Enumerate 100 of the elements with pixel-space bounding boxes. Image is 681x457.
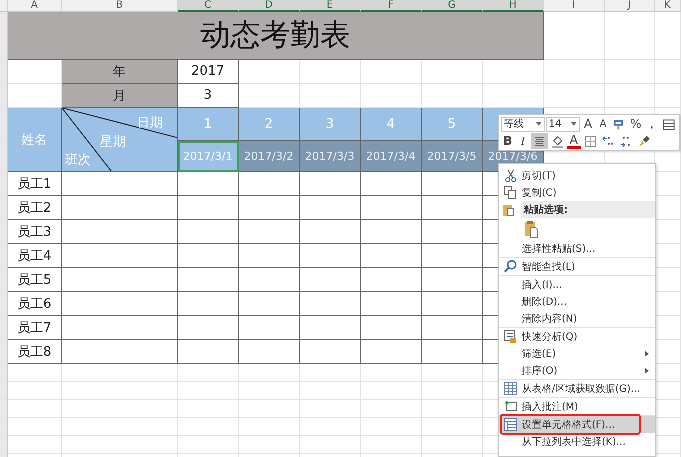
table-cell — [178, 340, 239, 364]
column-header[interactable]: F — [361, 0, 422, 12]
font-field[interactable]: 等线 — [501, 116, 545, 132]
table-cell — [361, 316, 422, 340]
table-icon — [504, 382, 518, 396]
format-button[interactable]: A — [596, 116, 610, 132]
table-cell — [361, 400, 422, 418]
sheet-title: 动态考勤表 — [8, 12, 544, 60]
font-size-field[interactable]: 14 — [546, 116, 580, 132]
menu-item[interactable]: 插入批注(M) — [499, 398, 655, 415]
table-cell — [239, 60, 300, 84]
table-cell — [239, 244, 300, 268]
table-cell — [300, 84, 361, 108]
table-cell — [239, 400, 300, 418]
decrease-decimal-icon[interactable] — [620, 134, 633, 148]
table-cell — [239, 382, 300, 400]
table-cell — [239, 196, 300, 220]
column-header[interactable]: K — [655, 0, 681, 12]
borders-icon[interactable] — [584, 134, 597, 148]
table-cell — [239, 316, 300, 340]
format-button[interactable]: % — [628, 116, 644, 132]
table-cell — [300, 196, 361, 220]
table-cell — [300, 400, 361, 418]
employee-name: 员工8 — [8, 340, 62, 364]
column-heading: 姓名 — [8, 108, 62, 172]
table-cell — [300, 316, 361, 340]
menu-item[interactable]: 筛选(E) — [499, 345, 655, 362]
menu-item[interactable]: 排序(O) — [499, 362, 655, 379]
format-button[interactable]: A — [581, 116, 596, 132]
align-center-icon[interactable] — [533, 134, 546, 148]
paste-option[interactable] — [522, 218, 540, 240]
table-cell — [361, 196, 422, 220]
table-cell — [178, 400, 239, 418]
day-number: 3 — [300, 108, 361, 141]
table-cell — [300, 340, 361, 364]
menu-item[interactable]: 清除内容(N) — [499, 310, 655, 327]
select-all-corner — [0, 0, 8, 12]
employee-name: 员工6 — [8, 292, 62, 316]
day-number: 4 — [361, 108, 422, 141]
table-cell — [361, 172, 422, 196]
format-cells-icon — [504, 418, 518, 432]
column-header[interactable]: G — [422, 0, 483, 12]
table-cell — [300, 436, 361, 454]
scissors-icon — [504, 169, 518, 183]
format-button[interactable]: ， — [644, 116, 660, 132]
menu-item[interactable]: 插入(I)... — [499, 276, 655, 293]
table-cell — [239, 292, 300, 316]
format-icon[interactable] — [613, 118, 626, 130]
table-cell — [361, 418, 422, 436]
column-header[interactable]: D — [239, 0, 300, 12]
paste-icon — [524, 220, 538, 238]
column-header[interactable]: I — [544, 0, 605, 12]
menu-item[interactable]: 选择性粘贴(S)... — [499, 240, 655, 257]
menu-item[interactable]: 从表格/区域获取数据(G)... — [499, 380, 655, 397]
clipboard-icon — [502, 203, 516, 217]
paintbrush-icon[interactable] — [638, 134, 651, 148]
table-cell — [8, 400, 62, 418]
table-cell — [605, 60, 655, 84]
menu-item[interactable]: 设置单元格格式(F)... — [499, 416, 655, 433]
table-icon[interactable] — [662, 118, 675, 130]
table-cell — [361, 220, 422, 244]
column-header[interactable]: E — [300, 0, 361, 12]
table-cell — [239, 268, 300, 292]
menu-item[interactable]: 智能查找(L) — [499, 258, 655, 275]
table-cell — [8, 436, 62, 454]
table-cell — [544, 60, 605, 84]
table-cell — [178, 436, 239, 454]
table-cell — [483, 60, 544, 84]
table-cell — [300, 382, 361, 400]
submenu-arrow-icon — [645, 368, 649, 374]
table-cell — [361, 268, 422, 292]
column-header[interactable]: B — [62, 0, 178, 12]
employee-name: 员工5 — [8, 268, 62, 292]
column-header[interactable]: C — [178, 0, 239, 12]
column-header[interactable]: J — [605, 0, 655, 12]
menu-item[interactable]: 从下拉列表中选择(K)... — [499, 433, 655, 450]
table-cell — [300, 268, 361, 292]
caret-icon — [536, 122, 542, 126]
table-cell — [422, 60, 483, 84]
table-cell — [178, 172, 239, 196]
caret-icon — [571, 122, 578, 126]
format-button[interactable]: A — [567, 133, 581, 149]
quick-analysis-icon — [504, 330, 518, 344]
copy-icon — [504, 186, 518, 200]
table-cell — [8, 418, 62, 436]
menu-item[interactable]: 快速分析(Q) — [499, 328, 655, 345]
header-label: 班次 — [65, 152, 91, 169]
table-cell — [239, 84, 300, 108]
table-cell — [239, 220, 300, 244]
increase-decimal-icon[interactable] — [602, 134, 615, 148]
menu-item[interactable]: 删除(D)... — [499, 293, 655, 310]
column-header[interactable]: A — [8, 0, 62, 12]
table-cell — [178, 382, 239, 400]
submenu-arrow-icon — [645, 351, 649, 357]
employee-name: 员工2 — [8, 196, 62, 220]
table-cell — [655, 60, 681, 84]
day-number: 2 — [239, 108, 300, 141]
column-header[interactable]: H — [483, 0, 544, 12]
menu-item[interactable]: 复制(C) — [499, 184, 655, 201]
fill-bucket-icon[interactable] — [551, 134, 564, 148]
